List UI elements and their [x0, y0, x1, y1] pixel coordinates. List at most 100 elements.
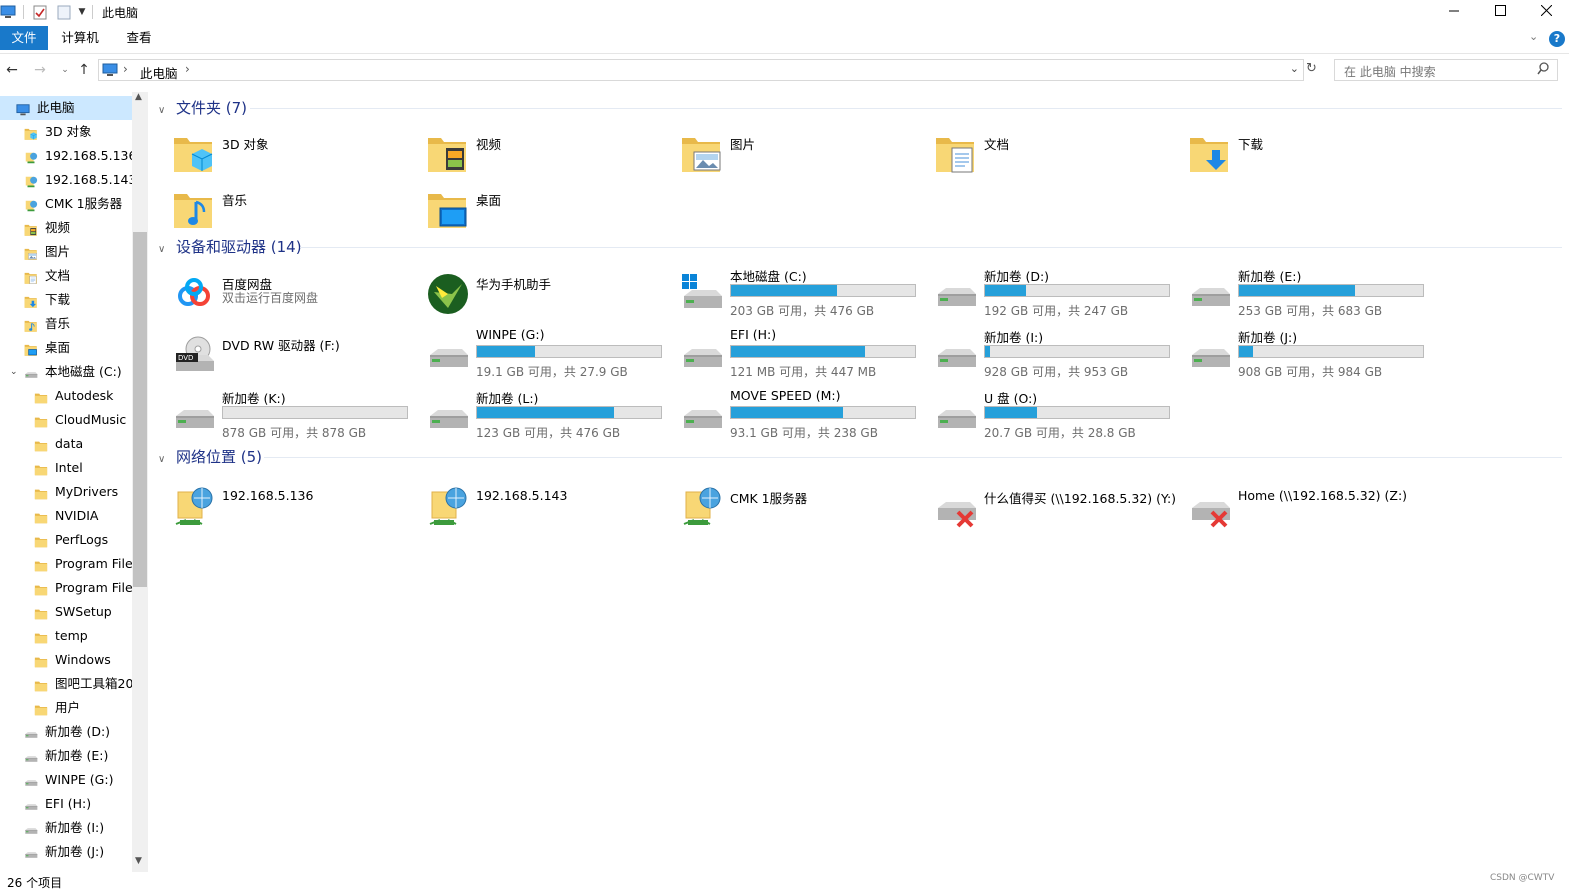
devices-tile[interactable]: WINPE (G:) 19.1 GB 可用，共 27.9 GB — [406, 327, 662, 381]
devices-tile[interactable]: DVD DVD RW 驱动器 (F:) — [152, 327, 402, 381]
drive-icon — [426, 333, 470, 377]
folders-tile[interactable]: 音乐 — [152, 182, 402, 236]
network-tile[interactable]: CMK 1服务器 — [660, 480, 910, 534]
address-bar[interactable]: › 此电脑 › ⌄ — [98, 59, 1304, 81]
folders-tile[interactable]: 图片 — [660, 126, 910, 180]
folders-tile[interactable]: 桌面 — [406, 182, 656, 236]
sidebar-item[interactable]: 新加卷 (I:) — [0, 816, 132, 840]
search-input[interactable]: 在 此电脑 中搜索 — [1334, 59, 1558, 81]
collapse-chevron-icon[interactable]: ∨ — [158, 240, 170, 260]
sidebar-item[interactable]: Program Files — [0, 576, 132, 600]
folder-icon — [34, 701, 48, 716]
sidebar-item[interactable]: data — [0, 432, 132, 456]
collapse-chevron-icon[interactable]: ∨ — [158, 101, 170, 121]
sidebar-item[interactable]: 图吧工具箱202 — [0, 672, 132, 696]
group-header-devices[interactable]: ∨ 设备和驱动器 (14) — [158, 237, 302, 257]
devices-tile[interactable]: 百度网盘 双击运行百度网盘 — [152, 266, 402, 320]
sidebar-item[interactable]: 192.168.5.136 — [0, 144, 132, 168]
forward-button[interactable]: → — [32, 62, 48, 78]
sidebar-item[interactable]: 视频 — [0, 216, 132, 240]
expand-chevron-icon[interactable]: ⌄ — [10, 360, 18, 384]
sidebar-item[interactable]: 用户 — [0, 696, 132, 720]
sidebar-item[interactable]: 此电脑 — [0, 96, 132, 120]
network-tile[interactable]: Home (\\192.168.5.32) (Z:) — [1168, 480, 1418, 534]
close-button[interactable] — [1523, 0, 1569, 24]
back-button[interactable]: ← — [4, 62, 20, 78]
tab-computer[interactable]: 计算机 — [54, 26, 106, 50]
sidebar-item[interactable]: ⌄ 本地磁盘 (C:) — [0, 360, 132, 384]
tile-label: 本地磁盘 (C:) — [730, 269, 807, 284]
drive-icon — [24, 797, 38, 811]
devices-tile[interactable]: MOVE SPEED (M:) 93.1 GB 可用，共 238 GB — [660, 388, 916, 442]
breadcrumb-item[interactable]: 此电脑 — [140, 63, 178, 82]
recent-locations-button[interactable]: ⌄ — [57, 62, 73, 78]
sidebar-item[interactable]: 桌面 — [0, 336, 132, 360]
devices-tile[interactable]: 新加卷 (L:) 123 GB 可用，共 476 GB — [406, 388, 662, 442]
group-header-network[interactable]: ∨ 网络位置 (5) — [158, 447, 262, 467]
network-tile[interactable]: 192.168.5.136 — [152, 480, 402, 534]
address-dropdown-icon[interactable]: ⌄ — [1290, 62, 1299, 75]
scroll-down-icon[interactable]: ▼ — [135, 856, 142, 866]
ribbon-expand-icon[interactable]: ⌄ — [1529, 30, 1538, 43]
devices-tile[interactable]: 新加卷 (D:) 192 GB 可用，共 247 GB — [914, 266, 1170, 320]
scrollbar-thumb[interactable] — [133, 232, 147, 587]
sidebar-item[interactable]: 下载 — [0, 288, 132, 312]
sidebar-item[interactable]: NVIDIA — [0, 504, 132, 528]
sidebar-item[interactable]: 新加卷 (J:) — [0, 840, 132, 864]
group-header-folders[interactable]: ∨ 文件夹 (7) — [158, 98, 247, 118]
sidebar-item[interactable]: PerfLogs — [0, 528, 132, 552]
breadcrumb-separator-icon[interactable]: › — [185, 62, 190, 76]
devices-tile[interactable]: 新加卷 (J:) 908 GB 可用，共 984 GB — [1168, 327, 1424, 381]
help-icon[interactable]: ? — [1549, 31, 1565, 47]
sidebar-item[interactable]: 新加卷 (D:) — [0, 720, 132, 744]
devices-tile[interactable]: 华为手机助手 — [406, 266, 656, 320]
devices-tile[interactable]: 新加卷 (K:) 878 GB 可用，共 878 GB — [152, 388, 408, 442]
sidebar-item[interactable]: Program Files — [0, 552, 132, 576]
sidebar-item[interactable]: Intel — [0, 456, 132, 480]
group-divider — [250, 108, 1562, 109]
folders-tile[interactable]: 3D 对象 — [152, 126, 402, 180]
tab-view[interactable]: 查看 — [116, 26, 162, 50]
folders-tile[interactable]: 文档 — [914, 126, 1164, 180]
devices-tile[interactable]: 新加卷 (I:) 928 GB 可用，共 953 GB — [914, 327, 1170, 381]
usage-bar — [476, 406, 662, 419]
sidebar-item[interactable]: MyDrivers — [0, 480, 132, 504]
devices-tile[interactable]: 本地磁盘 (C:) 203 GB 可用，共 476 GB — [660, 266, 916, 320]
sidebar-item[interactable]: Windows — [0, 648, 132, 672]
sidebar-item[interactable]: WINPE (G:) — [0, 768, 132, 792]
up-button[interactable]: ↑ — [76, 62, 92, 78]
refresh-icon[interactable]: ↻ — [1306, 61, 1317, 76]
minimize-button[interactable] — [1431, 0, 1477, 24]
sidebar-item[interactable]: EFI (H:) — [0, 792, 132, 816]
devices-tile[interactable]: 新加卷 (E:) 253 GB 可用，共 683 GB — [1168, 266, 1424, 320]
sidebar-item[interactable]: CloudMusic — [0, 408, 132, 432]
folder-icon — [34, 437, 48, 452]
sidebar-item[interactable]: Autodesk — [0, 384, 132, 408]
maximize-button[interactable] — [1477, 0, 1523, 24]
scroll-up-icon[interactable]: ▲ — [135, 92, 142, 102]
sidebar-item[interactable]: CMK 1服务器 — [0, 192, 132, 216]
sidebar-item[interactable]: 192.168.5.143 — [0, 168, 132, 192]
sidebar-item[interactable]: temp — [0, 624, 132, 648]
sidebar-scrollbar[interactable]: ▲ ▼ — [132, 92, 148, 872]
sidebar-item[interactable]: SWSetup — [0, 600, 132, 624]
folders-tile[interactable]: 下载 — [1168, 126, 1418, 180]
network-tile[interactable]: 什么值得买 (\\192.168.5.32) (Y:) — [914, 480, 1176, 534]
drive-icon — [24, 725, 38, 739]
chevron-down-icon[interactable]: ▼ — [74, 4, 90, 20]
devices-tile[interactable]: EFI (H:) 121 MB 可用，共 447 MB — [660, 327, 916, 381]
sidebar-item[interactable]: 新加卷 (E:) — [0, 744, 132, 768]
3d-objects-icon — [24, 125, 38, 140]
sidebar-item[interactable]: 3D 对象 — [0, 120, 132, 144]
network-tile[interactable]: 192.168.5.143 — [406, 480, 656, 534]
sidebar-item[interactable]: 图片 — [0, 240, 132, 264]
sidebar-item[interactable]: 文档 — [0, 264, 132, 288]
collapse-chevron-icon[interactable]: ∨ — [158, 450, 170, 470]
folders-tile[interactable]: 视频 — [406, 126, 656, 180]
drive-icon — [24, 773, 38, 787]
new-folder-icon[interactable] — [56, 4, 72, 20]
devices-tile[interactable]: U 盘 (O:) 20.7 GB 可用，共 28.8 GB — [914, 388, 1170, 442]
tab-file[interactable]: 文件 — [0, 26, 48, 50]
sidebar-item[interactable]: 音乐 — [0, 312, 132, 336]
properties-icon[interactable] — [32, 4, 48, 20]
